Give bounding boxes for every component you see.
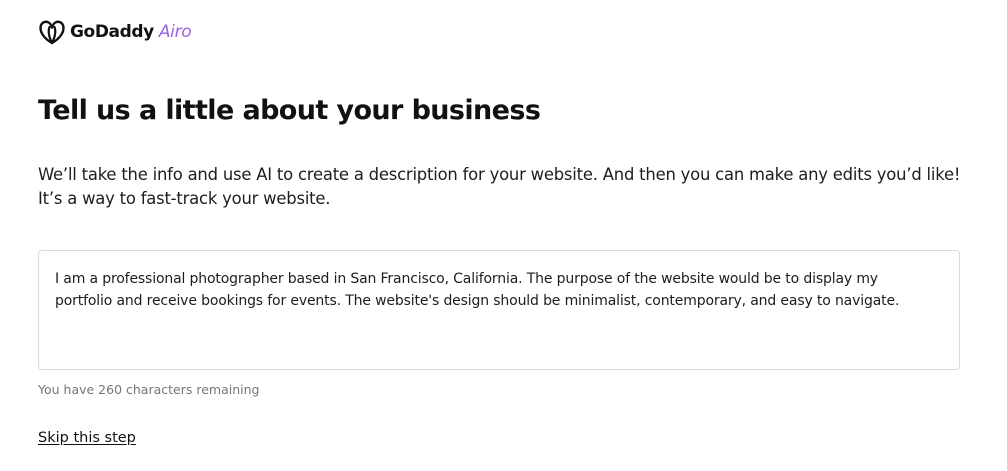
skip-step-link[interactable]: Skip this step	[38, 428, 136, 448]
business-description-value[interactable]: I am a professional photographer based i…	[55, 268, 945, 312]
business-description-field[interactable]: I am a professional photographer based i…	[38, 250, 960, 370]
intro-line: We’ll take the info and use AI to create…	[38, 165, 961, 184]
brand-name: GoDaddy	[70, 22, 154, 42]
product-name: Airo	[158, 22, 192, 42]
characters-remaining: You have 260 characters remaining	[38, 382, 260, 397]
page-title: Tell us a little about your business	[38, 95, 541, 126]
godaddy-logo-icon	[39, 20, 65, 45]
description-line: portfolio and receive bookings for event…	[55, 293, 900, 309]
brand-logo[interactable]: GoDaddy Airo	[38, 19, 192, 45]
intro-line: It’s a way to fast-track your website.	[38, 189, 331, 208]
intro-text: We’ll take the info and use AI to create…	[38, 163, 968, 211]
description-line: I am a professional photographer based i…	[55, 271, 878, 287]
